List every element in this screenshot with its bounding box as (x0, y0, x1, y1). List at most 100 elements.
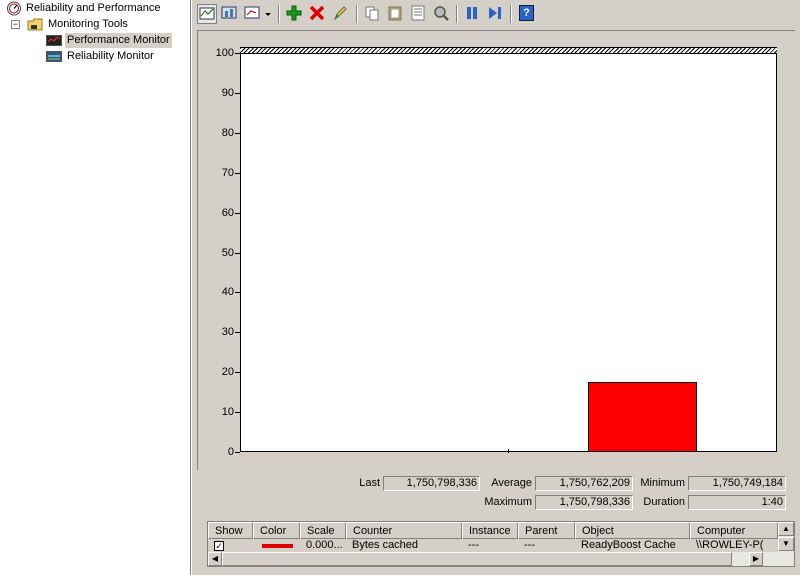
toolbar-separator (356, 5, 358, 23)
cell-parent: --- (524, 539, 535, 551)
navigation-tree: Reliability and Performance − Monitoring… (0, 0, 191, 575)
highlight-button[interactable] (331, 4, 351, 24)
y-tick-label: 90 (221, 86, 234, 99)
reliability-performance-icon (7, 1, 21, 16)
help-button[interactable]: ? (517, 4, 537, 24)
add-counter-button[interactable] (285, 4, 305, 24)
x-axis-tick (508, 449, 509, 453)
column-header-counter[interactable]: Counter (346, 522, 462, 539)
zoom-button[interactable] (432, 4, 452, 24)
column-header-color[interactable]: Color (253, 522, 300, 539)
column-header-object[interactable]: Object (575, 522, 690, 539)
y-tick-label: 30 (221, 326, 234, 339)
graph-area: Last 1,750,798,336 Average 1,750,762,209… (197, 30, 795, 510)
toolbar-separator (510, 5, 512, 23)
help-icon: ? (519, 5, 534, 21)
average-value: 1,750,762,209 (535, 476, 633, 491)
y-tick-mark (235, 372, 240, 374)
scroll-left-button[interactable]: ◀ (208, 552, 222, 566)
copy-properties-icon (365, 6, 379, 21)
y-tick-mark (235, 132, 240, 134)
performance-monitor-icon (46, 35, 62, 46)
cell-scale: 0.000... (306, 539, 343, 551)
tree-item-label: Performance Monitor (65, 33, 172, 48)
maximum-value: 1,750,798,336 (535, 495, 633, 510)
tree-item-performance-monitor[interactable]: Performance Monitor (46, 33, 186, 48)
y-tick-mark (235, 412, 240, 414)
delete-counter-button[interactable] (308, 4, 328, 24)
y-tick-mark (235, 252, 240, 254)
show-checkbox[interactable]: ✓ (214, 541, 224, 551)
tree-item-label: Reliability and Performance (26, 2, 161, 14)
column-header-parent[interactable]: Parent (518, 522, 575, 539)
y-tick-label: 0 (227, 446, 234, 458)
view-graph-button[interactable] (197, 4, 217, 24)
paste-counter-list-button[interactable] (386, 4, 406, 24)
y-tick-label: 100 (215, 47, 234, 59)
change-graph-type-icon (244, 6, 260, 19)
properties-button[interactable] (409, 4, 429, 24)
color-swatch[interactable] (262, 544, 293, 548)
column-header-scale[interactable]: Scale (300, 522, 346, 539)
y-tick-label: 10 (221, 406, 234, 419)
horizontal-scrollbar[interactable]: ◀ ▶ (208, 552, 778, 566)
dropdown-arrow-icon (265, 13, 271, 16)
counter-legend-table: Show Color Scale Counter Instance Parent… (207, 521, 795, 567)
scroll-thumb[interactable] (222, 552, 732, 566)
last-value: 1,750,798,336 (383, 476, 480, 491)
delete-counter-icon (309, 5, 325, 21)
table-row[interactable]: ✓ 0.000... Bytes cached --- --- ReadyBoo… (208, 539, 778, 552)
paste-counter-list-icon (388, 6, 402, 21)
chart-bar (588, 382, 697, 452)
y-tick-mark (235, 92, 240, 94)
update-data-icon (489, 7, 501, 19)
duration-value: 1:40 (688, 495, 786, 510)
cell-computer: \\ROWLEY-P( (696, 539, 764, 551)
y-tick-mark (235, 172, 240, 174)
y-tick-mark (235, 452, 240, 453)
scroll-right-button[interactable]: ▶ (749, 552, 763, 566)
toolbar-separator (456, 5, 458, 23)
highlight-icon (333, 6, 347, 21)
minimum-value: 1,750,749,184 (688, 476, 786, 491)
tree-item-reliability-monitor[interactable]: Reliability Monitor (46, 49, 186, 64)
column-header-instance[interactable]: Instance (462, 522, 518, 539)
y-tick-mark (235, 53, 240, 54)
reliability-monitor-icon (46, 51, 62, 62)
column-header-computer[interactable]: Computer (690, 522, 778, 539)
scroll-up-button[interactable]: ▲ (778, 522, 794, 536)
tree-item-label: Reliability Monitor (67, 50, 154, 62)
change-graph-type-button[interactable] (243, 4, 263, 24)
folder-icon (27, 18, 43, 31)
add-counter-icon (286, 5, 302, 21)
toolbar: ? (195, 0, 800, 28)
collapse-toggle-icon[interactable]: − (11, 20, 20, 29)
y-tick-mark (235, 332, 240, 334)
properties-icon (411, 5, 425, 21)
view-graph-icon (199, 7, 215, 20)
y-tick-label: 70 (221, 166, 234, 179)
tree-item-monitoring-tools[interactable]: − Monitoring Tools (11, 17, 191, 32)
freeze-display-icon (467, 7, 477, 19)
cell-object: ReadyBoost Cache (581, 539, 676, 551)
y-tick-mark (235, 212, 240, 214)
copy-properties-button[interactable] (363, 4, 383, 24)
average-label: Average (491, 477, 532, 489)
column-header-show[interactable]: Show (208, 522, 253, 539)
scroll-down-button[interactable]: ▼ (778, 537, 794, 551)
graph-type-dropdown[interactable] (263, 4, 273, 24)
freeze-display-button[interactable] (463, 4, 483, 24)
y-tick-label: 20 (221, 366, 234, 379)
zoom-icon (434, 6, 449, 21)
view-histogram-button[interactable] (220, 4, 240, 24)
vertical-scrollbar[interactable]: ▲ ▼ (778, 522, 794, 566)
last-label: Last (359, 477, 380, 489)
cell-counter: Bytes cached (352, 539, 419, 551)
tree-item-label: Monitoring Tools (48, 18, 128, 30)
y-tick-label: 80 (221, 126, 234, 139)
tree-item-reliability-and-performance[interactable]: Reliability and Performance (6, 1, 186, 16)
toolbar-separator (278, 5, 280, 23)
update-data-button[interactable] (486, 4, 506, 24)
maximum-label: Maximum (484, 496, 532, 508)
performance-monitor-pane: ? Last 1,750,798,336 Average 1,750,762,2… (195, 0, 800, 575)
